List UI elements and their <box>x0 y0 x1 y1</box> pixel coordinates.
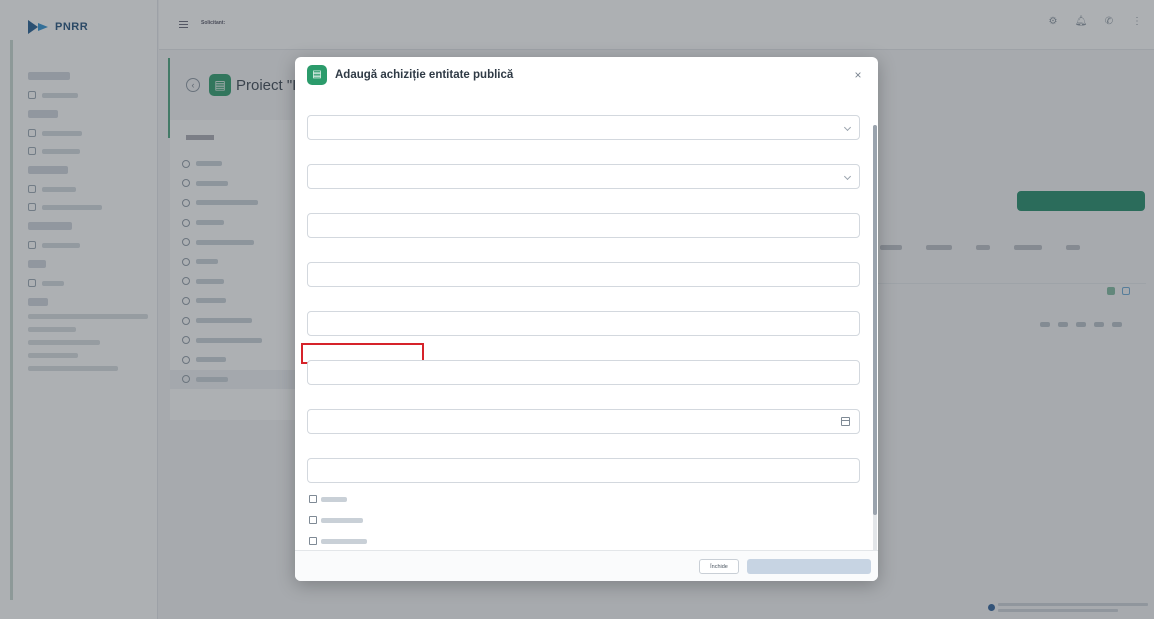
submit-button[interactable] <box>747 559 871 574</box>
award-criteria-select[interactable] <box>307 164 860 189</box>
contract-value-input[interactable] <box>307 458 860 483</box>
modal-scrollbar-thumb[interactable] <box>873 125 877 515</box>
modal-footer: Închide <box>295 550 878 581</box>
contract-date-input[interactable] <box>307 409 860 434</box>
checkbox-row[interactable] <box>309 537 367 545</box>
checkbox[interactable] <box>309 537 317 545</box>
field-contracting-authority <box>307 250 860 287</box>
field-label <box>307 397 860 407</box>
checkbox-row[interactable] <box>309 495 347 503</box>
seap-number-input[interactable] <box>307 311 860 336</box>
checkbox[interactable] <box>309 495 317 503</box>
chevron-down-icon <box>843 123 852 132</box>
seap-document-link-input[interactable] <box>307 360 860 385</box>
document-icon: ▤ <box>307 65 327 85</box>
field-label <box>307 446 860 456</box>
modal-header: ▤ Adaugă achiziție entitate publică × <box>295 57 878 95</box>
modal-title: Adaugă achiziție entitate publică <box>335 69 514 81</box>
contracting-authority-input[interactable] <box>307 262 860 287</box>
checkbox-label <box>321 538 367 544</box>
field-label <box>307 103 860 113</box>
field-label <box>307 299 860 309</box>
field-award-criteria <box>307 152 860 189</box>
contract-number-input[interactable] <box>307 213 860 238</box>
field-contract-value <box>307 446 860 483</box>
field-label <box>307 250 860 260</box>
field-label <box>307 152 860 162</box>
close-icon[interactable]: × <box>850 67 866 83</box>
checkbox-label <box>321 517 363 523</box>
checkbox[interactable] <box>309 516 317 524</box>
field-seap-number <box>307 299 860 336</box>
checkbox-label <box>321 496 347 502</box>
chevron-down-icon <box>843 172 852 181</box>
field-contract-number <box>307 201 860 238</box>
field-label <box>307 201 860 211</box>
field-contract-date <box>307 397 860 434</box>
calendar-icon[interactable] <box>841 417 850 426</box>
add-acquisition-modal: ▤ Adaugă achiziție entitate publică × În… <box>295 57 878 581</box>
field-procurement-type <box>307 103 860 140</box>
checkbox-row[interactable] <box>309 516 363 524</box>
procurement-type-select[interactable] <box>307 115 860 140</box>
cancel-button[interactable]: Închide <box>699 559 739 574</box>
